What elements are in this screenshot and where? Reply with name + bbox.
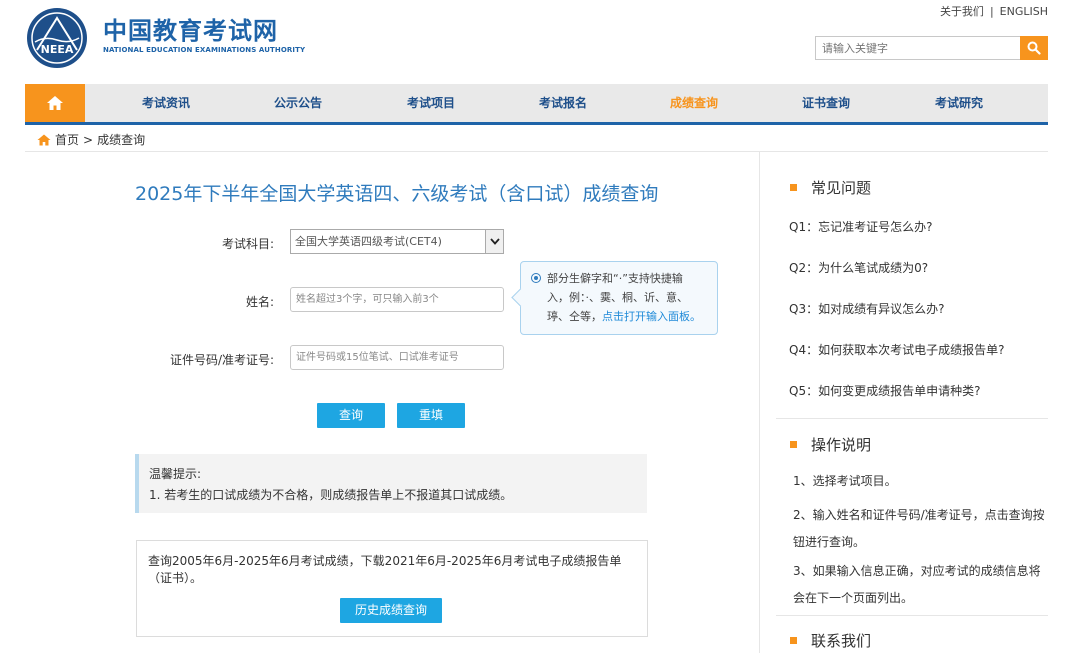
query-button[interactable]: 查询 (317, 403, 385, 428)
top-links-separator: | (989, 5, 994, 18)
id-label: 证件号码/准考证号: (170, 353, 275, 367)
faq-item-q4[interactable]: Q4：如何获取本次考试电子成绩报告单? (789, 341, 1004, 358)
breadcrumb-home-link[interactable]: 首页 (55, 131, 79, 148)
name-input[interactable] (290, 287, 504, 312)
history-query-button[interactable]: 历史成绩查询 (340, 598, 442, 623)
nav-item-exam-research[interactable]: 考试研究 (935, 84, 983, 122)
bullet-square-icon (790, 637, 797, 644)
nav-home-button[interactable] (25, 84, 85, 122)
home-icon (37, 134, 51, 145)
brand-name-cn[interactable]: 中国教育考试网 (103, 17, 278, 45)
faq-item-q2[interactable]: Q2：为什么笔试成绩为0? (789, 259, 928, 276)
search-input[interactable] (815, 36, 1021, 60)
nav-item-score-query[interactable]: 成绩查询 (670, 84, 718, 122)
divider (759, 152, 760, 653)
ops-title: 操作说明 (811, 436, 872, 454)
faq-item-q3[interactable]: Q3：如对成绩有异议怎么办? (789, 300, 944, 317)
brand-name-en: NATIONAL EDUCATION EXAMINATIONS AUTHORIT… (103, 46, 306, 54)
open-input-panel-link[interactable]: 点击打开输入面板。 (602, 310, 701, 323)
nav-item-certificate-query[interactable]: 证书查询 (802, 84, 850, 122)
reset-button[interactable]: 重填 (397, 403, 465, 428)
nav-item-announcements[interactable]: 公示公告 (274, 84, 322, 122)
about-us-link[interactable]: 关于我们 (940, 5, 984, 18)
faq-item-q1[interactable]: Q1：忘记准考证号怎么办? (789, 218, 932, 235)
notice-box: 温馨提示: 1. 若考生的口试成绩为不合格，则成绩报告单上不报道其口试成绩。 (135, 454, 647, 513)
home-icon (47, 96, 63, 110)
nav-item-exam-news[interactable]: 考试资讯 (142, 84, 190, 122)
tip-line-1: 部分生僻字和“·”支持快捷输 (547, 272, 683, 285)
faq-title: 常见问题 (811, 179, 872, 197)
subject-select-value: 全国大学英语四级考试(CET4) (295, 235, 442, 248)
divider (776, 615, 1048, 616)
nav-item-exam-projects[interactable]: 考试项目 (407, 84, 455, 122)
ops-step-2: 2、输入姓名和证件号码/准考证号，点击查询按钮进行查询。 (793, 508, 1045, 549)
breadcrumb-separator: > (83, 132, 94, 147)
breadcrumb: 首页 > 成绩查询 (37, 131, 145, 148)
subject-label: 考试科目: (222, 237, 275, 251)
divider (25, 151, 1048, 152)
notice-item: 1. 若考生的口试成绩为不合格，则成绩报告单上不报道其口试成绩。 (149, 488, 513, 502)
bullet-square-icon (790, 184, 797, 191)
id-number-input[interactable] (290, 345, 504, 370)
contact-heading: 联系我们 (790, 630, 871, 651)
subject-select[interactable]: 全国大学英语四级考试(CET4) (290, 229, 504, 254)
history-text: 查询2005年6月-2025年6月考试成绩，下载2021年6月-2025年6月考… (148, 554, 622, 585)
bullet-square-icon (790, 441, 797, 448)
radio-icon (531, 273, 541, 283)
ops-step-3: 3、如果输入信息正确，对应考试的成绩信息将会在下一个页面列出。 (793, 564, 1041, 605)
english-link[interactable]: ENGLISH (1000, 5, 1048, 18)
chevron-down-icon (485, 230, 503, 253)
tip-line-2: 入，例：·、霙、桐、䜣、意、 (547, 291, 688, 304)
search-icon (1027, 41, 1041, 55)
contact-title: 联系我们 (811, 632, 872, 650)
input-tip-box: 部分生僻字和“·”支持快捷输 入，例：·、霙、桐、䜣、意、 𤧟、仝等，点击打开输… (520, 261, 718, 335)
ops-step-1: 1、选择考试项目。 (793, 474, 897, 488)
nav-item-registration[interactable]: 考试报名 (539, 84, 587, 122)
top-links: 关于我们 | ENGLISH (940, 3, 1048, 19)
main-nav: 考试资讯 公示公告 考试项目 考试报名 成绩查询 证书查询 考试研究 (25, 84, 1048, 125)
divider (776, 418, 1048, 419)
ops-heading: 操作说明 (790, 434, 871, 455)
neea-logo[interactable]: NEEA (25, 6, 89, 70)
search-button[interactable] (1020, 36, 1048, 60)
logo-text: NEEA (41, 43, 74, 56)
breadcrumb-current: 成绩查询 (97, 133, 146, 147)
tip-line-3: 𤧟、仝等， (547, 310, 602, 323)
page-title: 2025年下半年全国大学英语四、六级考试（含口试）成绩查询 (135, 183, 659, 205)
faq-heading: 常见问题 (790, 177, 871, 198)
name-label: 姓名: (246, 295, 275, 309)
faq-item-q5[interactable]: Q5：如何变更成绩报告单申请种类? (789, 382, 980, 399)
notice-title: 温馨提示: (149, 467, 202, 481)
